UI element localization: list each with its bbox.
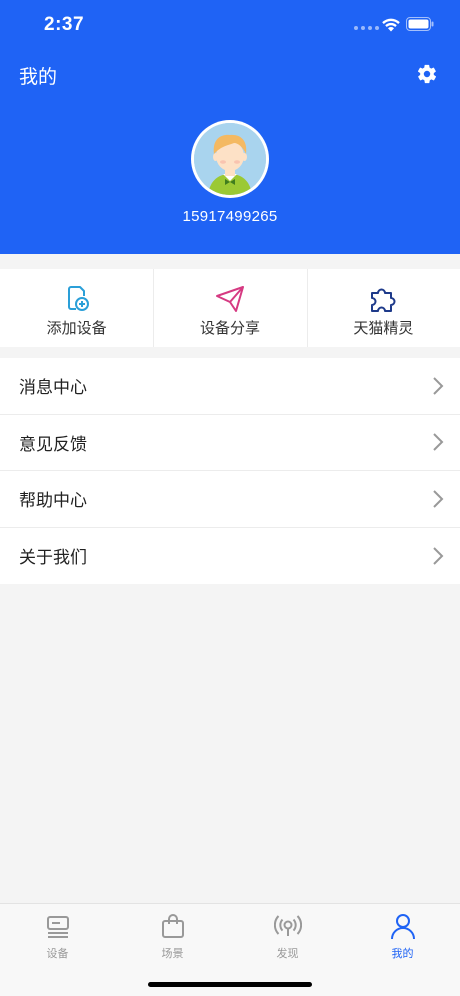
home-indicator	[148, 982, 312, 987]
battery-icon	[406, 17, 434, 31]
menu-item-feedback[interactable]: 意见反馈	[0, 415, 460, 471]
chevron-right-icon	[433, 490, 444, 508]
avatar[interactable]	[191, 120, 269, 198]
add-device-label: 添加设备	[46, 320, 107, 337]
menu-item-messages[interactable]: 消息中心	[0, 358, 460, 415]
chevron-right-icon	[433, 433, 444, 451]
page-title: 我的	[19, 67, 58, 88]
chevron-right-icon	[433, 547, 444, 565]
tab-devices[interactable]: 设备	[0, 904, 115, 996]
tmall-genie-button[interactable]: 天猫精灵	[306, 269, 460, 347]
broadcast-icon	[273, 915, 302, 936]
menu-item-about[interactable]: 关于我们	[0, 528, 460, 585]
person-icon	[390, 914, 415, 940]
tab-label: 我的	[391, 948, 414, 960]
tmall-genie-label: 天猫精灵	[353, 320, 414, 337]
avatar-illustration	[194, 123, 266, 195]
menu-item-label: 意见反馈	[19, 434, 87, 454]
add-device-icon	[67, 286, 89, 311]
cellular-signal-icon	[354, 26, 379, 30]
tab-label: 设备	[46, 948, 69, 960]
profile-header: 2:37 我的 15917499265	[0, 0, 460, 254]
status-bar: 2:37	[0, 0, 460, 50]
bag-icon	[161, 914, 184, 938]
menu-item-help[interactable]: 帮助中心	[0, 471, 460, 528]
gear-icon	[417, 64, 437, 84]
tab-label: 场景	[161, 948, 184, 960]
puzzle-icon	[371, 288, 396, 312]
chevron-right-icon	[433, 377, 444, 395]
menu-item-label: 帮助中心	[19, 491, 87, 511]
device-share-button[interactable]: 设备分享	[153, 269, 306, 347]
user-phone: 15917499265	[182, 208, 278, 225]
tab-mine[interactable]: 我的	[345, 904, 460, 996]
add-device-button[interactable]: 添加设备	[0, 269, 153, 347]
tab-label: 发现	[276, 948, 299, 960]
device-icon	[46, 916, 69, 938]
paper-plane-icon	[215, 286, 244, 312]
status-time: 2:37	[44, 14, 85, 35]
device-share-label: 设备分享	[199, 320, 260, 337]
menu-item-label: 关于我们	[19, 548, 87, 568]
settings-button[interactable]	[413, 60, 441, 88]
menu-item-label: 消息中心	[19, 378, 87, 398]
quick-actions: 添加设备 设备分享 天猫精灵	[0, 269, 460, 347]
settings-menu: 消息中心 意见反馈 帮助中心 关于我们	[0, 358, 460, 584]
wifi-icon	[382, 18, 400, 32]
